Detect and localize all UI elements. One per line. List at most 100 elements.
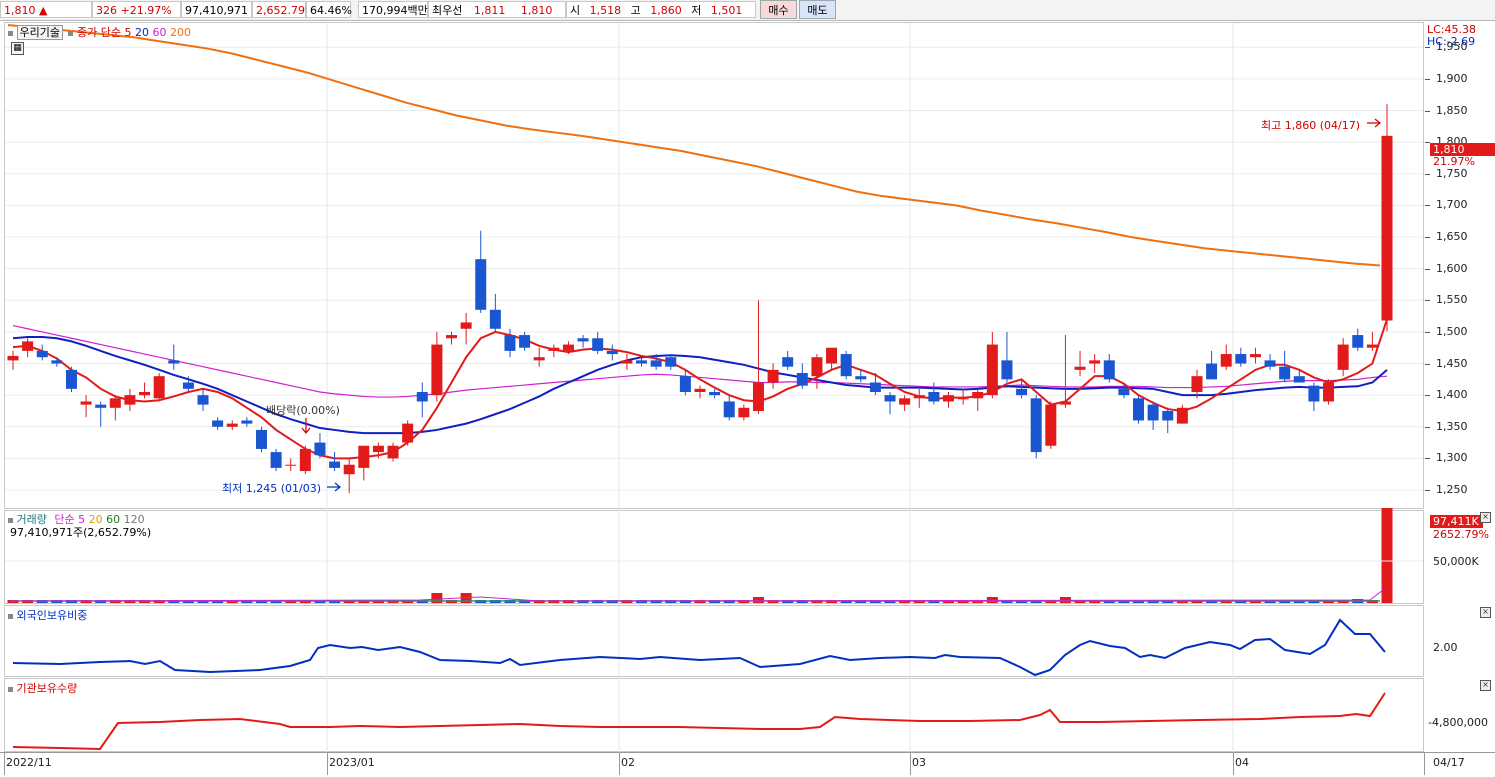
- volume-current: 97,410,971주(2,652.79%): [10, 526, 152, 539]
- candle-body: [840, 354, 852, 377]
- grid-table-icon[interactable]: ▦: [11, 42, 24, 55]
- foreign-y-tick: 2.00: [1433, 641, 1458, 654]
- current-pct-label: 21.97%: [1433, 155, 1475, 168]
- candle-body: [182, 382, 194, 389]
- x-label: 03: [912, 756, 926, 769]
- candle-body: [212, 420, 224, 427]
- close-icon[interactable]: ×: [1480, 607, 1491, 618]
- candle-body: [51, 360, 63, 364]
- candle-body: [548, 347, 560, 351]
- ma200-label: 200: [169, 26, 191, 39]
- candle-body: [95, 404, 107, 408]
- candle-body: [986, 344, 998, 396]
- candle-body: [475, 259, 487, 310]
- candle-body: [562, 344, 574, 351]
- candle-body: [153, 376, 165, 399]
- candle-body: [299, 448, 311, 472]
- y-tick-mark: [1425, 47, 1430, 49]
- y-tick-mark: [1425, 205, 1430, 207]
- foreign-legend: 외국인보유비중: [8, 607, 87, 623]
- y-tick-label: 1,650: [1436, 230, 1468, 244]
- y-tick-mark: [1425, 426, 1430, 428]
- candle-body: [65, 369, 77, 389]
- x-gridline: [327, 753, 328, 775]
- candle-body: [869, 382, 881, 392]
- ma20-label: 20: [134, 26, 149, 39]
- y-tick-label: 1,550: [1436, 293, 1468, 307]
- x-gridline: [910, 753, 911, 775]
- y-tick-label: 1,700: [1436, 198, 1468, 212]
- candle-body: [899, 398, 911, 405]
- date-axis: 2022/11 2023/01 02 03 04 04/17: [0, 752, 1495, 777]
- x-gridline: [1233, 753, 1234, 775]
- candle-body: [1366, 344, 1378, 348]
- candle-body: [7, 355, 19, 361]
- candle-body: [1074, 366, 1086, 370]
- candle-body: [650, 360, 662, 367]
- y-tick-mark: [1425, 458, 1430, 460]
- candle-body: [80, 401, 92, 405]
- candle-body: [1147, 404, 1159, 421]
- candle-body: [796, 373, 808, 386]
- candle-body: [241, 420, 253, 424]
- candle-body: [358, 445, 370, 468]
- ma200-line: [7, 24, 1381, 267]
- candle-body: [1001, 360, 1013, 380]
- candle-body: [826, 347, 838, 364]
- volume-pct-label: 2652.79%: [1433, 528, 1489, 541]
- inst-label: 기관보유수량: [16, 682, 78, 695]
- x-label: 2022/11: [6, 756, 52, 769]
- y-tick-label: 1,850: [1436, 103, 1468, 117]
- candle-body: [621, 360, 633, 364]
- y-tick-label: 1,250: [1436, 483, 1468, 497]
- candle-body: [884, 395, 896, 402]
- y-tick-mark: [1425, 363, 1430, 365]
- foreign-ownership-line: [12, 618, 1386, 677]
- candle-body: [1016, 388, 1028, 396]
- volume-ma5-line: [9, 589, 1384, 602]
- x-gridline: [1424, 753, 1425, 775]
- candle-body: [1176, 407, 1188, 424]
- candle-body: [285, 464, 297, 466]
- candle-body: [329, 461, 341, 468]
- candle-body: [1323, 382, 1335, 402]
- close-icon[interactable]: ×: [1480, 680, 1491, 691]
- candle-body: [402, 423, 414, 443]
- square-bullet-icon: [8, 517, 13, 523]
- candle-body: [1308, 385, 1320, 402]
- candle-body: [1293, 376, 1305, 383]
- candle-body: [22, 341, 34, 351]
- y-tick-label: 1,400: [1436, 388, 1468, 402]
- x-label: 04/17: [1433, 756, 1465, 769]
- candle-body: [928, 391, 940, 402]
- candle-body: [694, 388, 706, 392]
- y-tick-mark: [1425, 395, 1430, 397]
- price-legend: 우리기술 종가 단순 5 20 60 200: [8, 24, 191, 40]
- y-tick-label: 1,500: [1436, 324, 1468, 338]
- y-tick-mark: [1425, 331, 1430, 333]
- candle-body: [665, 357, 677, 367]
- x-gridline: [619, 753, 620, 775]
- square-bullet-icon: [8, 613, 13, 619]
- candle-body: [1279, 366, 1291, 380]
- candle-body: [957, 398, 969, 400]
- candle-body: [1162, 410, 1174, 421]
- stock-name[interactable]: 우리기술: [16, 25, 63, 40]
- candle-body: [343, 464, 355, 475]
- candle-body: [36, 350, 48, 358]
- y-tick-label: 1,600: [1436, 261, 1468, 275]
- candle-body: [168, 360, 180, 364]
- y-tick-mark: [1425, 490, 1430, 492]
- volume-bar: [752, 597, 764, 603]
- y-tick-label: 1,300: [1436, 451, 1468, 465]
- close-icon[interactable]: ×: [1480, 512, 1491, 523]
- candle-body: [519, 335, 531, 348]
- candle-body: [1249, 354, 1261, 358]
- candle-body: [372, 445, 384, 453]
- x-gridline: [4, 753, 5, 775]
- candle-body: [489, 309, 501, 329]
- candle-body: [767, 369, 779, 383]
- x-label: 2023/01: [329, 756, 375, 769]
- candle-body: [782, 357, 794, 367]
- foreign-label: 외국인보유비중: [16, 609, 88, 622]
